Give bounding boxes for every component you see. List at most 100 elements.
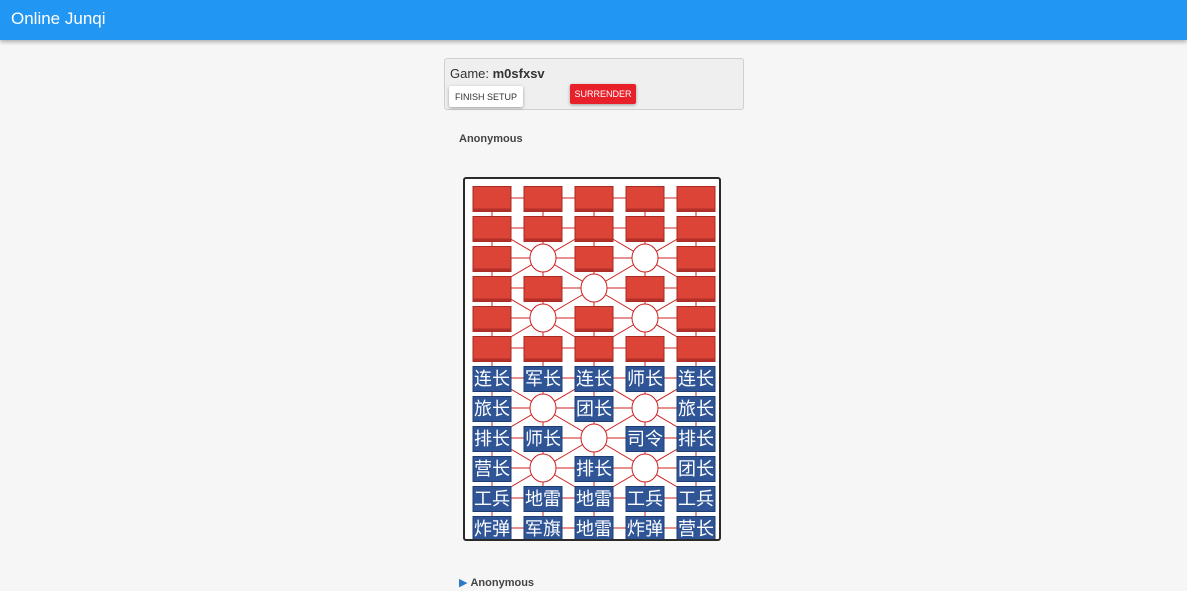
opponent-piece-shadow [677,238,715,242]
surrender-button[interactable]: SURRENDER [570,84,636,104]
opponent-piece-shadow [626,238,664,242]
player-piece-label: 师长 [525,429,561,450]
opponent-piece [523,186,563,212]
player-piece[interactable]: 旅长 [472,396,512,422]
player-piece[interactable]: 工兵 [625,486,665,512]
opponent-piece [676,216,716,242]
player-piece-label: 排长 [474,429,510,450]
opponent-piece [676,336,716,362]
player-piece-label: 师长 [627,369,663,390]
player-piece[interactable]: 工兵 [472,486,512,512]
player-piece-label: 地雷 [525,489,561,510]
opponent-piece-shadow [626,208,664,212]
opponent-piece [523,216,563,242]
player-piece-label: 连长 [474,369,510,390]
player-piece[interactable]: 司令 [625,426,665,452]
player-piece[interactable]: 师长 [523,426,563,452]
camp-position[interactable] [631,303,659,333]
opponent-piece [574,186,614,212]
opponent-piece-shadow [575,358,613,362]
player-piece[interactable]: 地雷 [523,486,563,512]
player-piece-label: 连长 [576,369,612,390]
opponent-piece [472,186,512,212]
opponent-piece [472,216,512,242]
player-piece[interactable]: 连长 [472,366,512,392]
opponent-piece-shadow [677,358,715,362]
opponent-piece-shadow [524,208,562,212]
opponent-piece [676,186,716,212]
opponent-piece [676,276,716,302]
opponent-piece [574,336,614,362]
opponent-piece-shadow [677,268,715,272]
opponent-piece [574,306,614,332]
opponent-piece-shadow [473,328,511,332]
player-piece-label: 地雷 [576,519,612,539]
opponent-piece [625,336,665,362]
finish-setup-button[interactable]: FINISH SETUP [449,86,523,107]
opponent-piece [676,246,716,272]
board-canvas: 连长 军长 连长 师长 连长旅长 团长 旅长排长 师长 司令 排长营长 排长 团长工兵 地雷 地雷 工兵 工兵… [472,186,716,540]
player-piece[interactable]: 排长 [574,456,614,482]
camp-position[interactable] [529,453,557,483]
player-piece[interactable]: 旅长 [676,396,716,422]
player-piece-label: 团长 [576,399,612,420]
player-piece-label: 旅长 [678,399,714,420]
player-piece[interactable]: 排长 [676,426,716,452]
player-piece[interactable]: 师长 [625,366,665,392]
player-piece[interactable]: 营长 [472,456,512,482]
opponent-piece-shadow [677,298,715,302]
opponent-piece [574,246,614,272]
game-panel: Game: m0sfxsv FINISH SETUP SURRENDER [444,58,744,110]
player-piece[interactable]: 炸弹 [472,516,512,540]
player-piece[interactable]: 地雷 [574,486,614,512]
opponent-piece [472,336,512,362]
opponent-piece-shadow [626,358,664,362]
opponent-piece-shadow [677,328,715,332]
player-piece[interactable]: 工兵 [676,486,716,512]
opponent-piece-shadow [473,238,511,242]
opponent-piece [523,336,563,362]
player-piece-label: 排长 [678,429,714,450]
player-piece[interactable]: 排长 [472,426,512,452]
opponent-piece [523,276,563,302]
opponent-piece-shadow [473,268,511,272]
opponent-piece-shadow [524,298,562,302]
opponent-piece [625,276,665,302]
game-label-text: Game: [450,66,493,81]
player-piece[interactable]: 军旗 [523,516,563,540]
player-piece-label: 营长 [678,519,714,539]
player-piece-label: 工兵 [678,489,714,510]
camp-position[interactable] [529,393,557,423]
opponent-piece [625,186,665,212]
camp-position[interactable] [580,423,608,453]
camp-position[interactable] [631,243,659,273]
player-piece[interactable]: 营长 [676,516,716,540]
player-piece-label: 排长 [576,459,612,480]
opponent-piece [472,246,512,272]
camp-position[interactable] [529,243,557,273]
opponent-piece-shadow [524,358,562,362]
player-piece[interactable]: 炸弹 [625,516,665,540]
player-piece-label: 地雷 [576,489,612,510]
opponent-piece-shadow [575,268,613,272]
camp-position[interactable] [631,453,659,483]
player-piece-label: 工兵 [627,489,663,510]
player-piece-label: 司令 [627,429,663,450]
opponent-piece-shadow [626,298,664,302]
player-piece[interactable]: 军长 [523,366,563,392]
player-piece-label: 炸弹 [474,519,510,539]
player-piece[interactable]: 连长 [676,366,716,392]
opponent-name: Anonymous [459,133,523,145]
app-title: Online Junqi [11,9,106,28]
player-piece[interactable]: 连长 [574,366,614,392]
player-piece-label: 工兵 [474,489,510,510]
player-piece[interactable]: 地雷 [574,516,614,540]
player-piece[interactable]: 团长 [574,396,614,422]
player-piece-label: 军长 [525,369,561,390]
camp-position[interactable] [529,303,557,333]
opponent-piece-shadow [473,358,511,362]
camp-position[interactable] [631,393,659,423]
active-turn-icon: ▶ [459,577,468,589]
camp-position[interactable] [580,273,608,303]
player-piece[interactable]: 团长 [676,456,716,482]
